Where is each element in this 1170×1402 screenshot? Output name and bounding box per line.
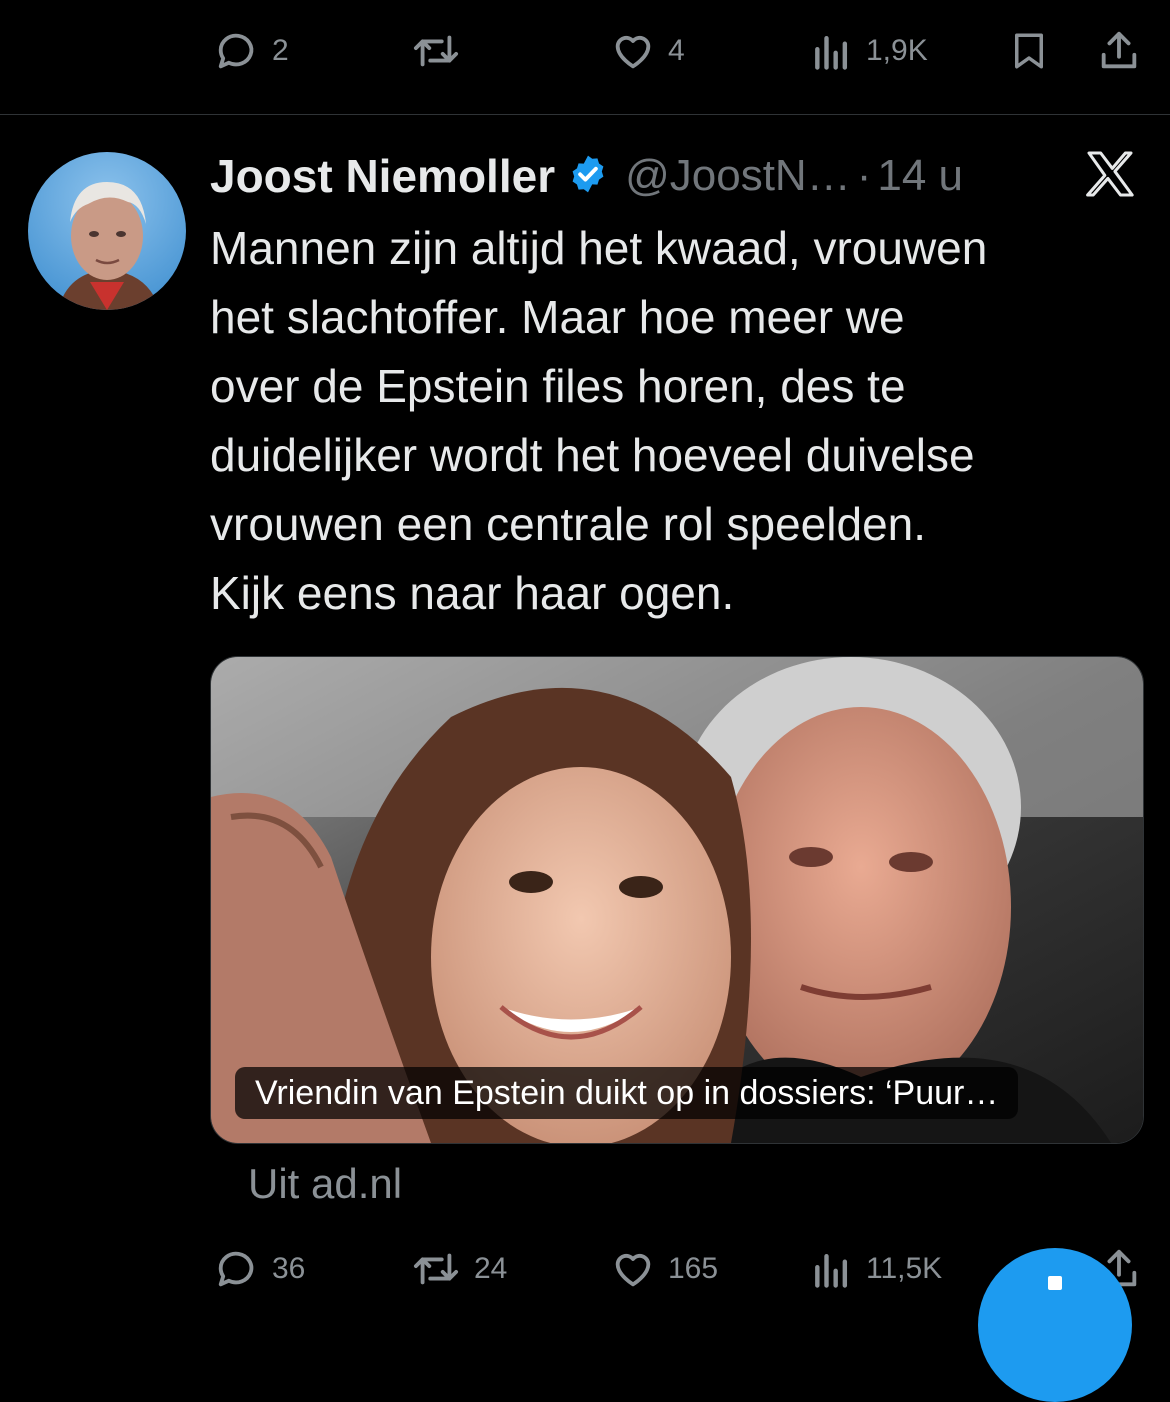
reply-button[interactable]: 2 [214, 28, 289, 74]
compose-icon [1048, 1276, 1062, 1290]
card-caption: Vriendin van Epstein duikt op in dossier… [235, 1067, 1019, 1119]
views-count: 11,5K [866, 1252, 943, 1285]
tweet-text: Mannen zijn altijd het kwaad, vrouwen he… [210, 222, 988, 619]
like-icon [615, 1253, 651, 1287]
reply-icon [218, 1251, 254, 1287]
reply-icon [218, 33, 254, 69]
reply-count: 36 [272, 1252, 306, 1285]
tweet-timestamp[interactable]: 14 u [877, 151, 963, 201]
retweet-button[interactable] [410, 28, 474, 74]
share-icon [1101, 31, 1137, 69]
card-source[interactable]: Uit ad.nl [248, 1160, 402, 1208]
views-count: 1,9K [866, 34, 928, 67]
author-handle[interactable]: @JoostN… [625, 151, 851, 201]
bookmark-icon [1015, 33, 1043, 69]
retweet-icon [413, 1253, 459, 1285]
like-count: 165 [668, 1252, 719, 1285]
like-button[interactable]: 165 [610, 1246, 718, 1292]
x-logo-icon[interactable] [1082, 146, 1138, 207]
views-icon [815, 1253, 848, 1288]
like-count: 4 [668, 34, 685, 67]
views-button[interactable]: 1,9K [810, 28, 928, 74]
avatar[interactable] [28, 152, 186, 310]
tweet-divider [0, 114, 1170, 115]
views-button[interactable]: 11,5K [810, 1246, 942, 1292]
views-icon [815, 35, 848, 70]
share-button[interactable] [1096, 28, 1142, 74]
like-button[interactable]: 4 [610, 28, 685, 74]
avatar-image [28, 152, 186, 310]
bookmark-button[interactable] [1008, 28, 1050, 74]
reply-button[interactable]: 36 [214, 1246, 305, 1292]
link-card[interactable]: Vriendin van Epstein duikt op in dossier… [210, 656, 1144, 1144]
reply-count: 2 [272, 34, 289, 67]
like-icon [615, 35, 651, 69]
author-name[interactable]: Joost Niemoller [210, 149, 555, 203]
top-action-bar: 2 4 1,9K [0, 20, 1170, 80]
verified-badge-icon [567, 153, 609, 200]
tweet-header: Joost Niemoller @JoostN… · 14 u [210, 146, 963, 206]
retweet-icon [413, 35, 459, 67]
retweet-button[interactable]: 24 [410, 1246, 507, 1292]
compose-button[interactable] [978, 1248, 1132, 1402]
retweet-count: 24 [474, 1252, 508, 1285]
separator-dot: · [856, 151, 872, 200]
